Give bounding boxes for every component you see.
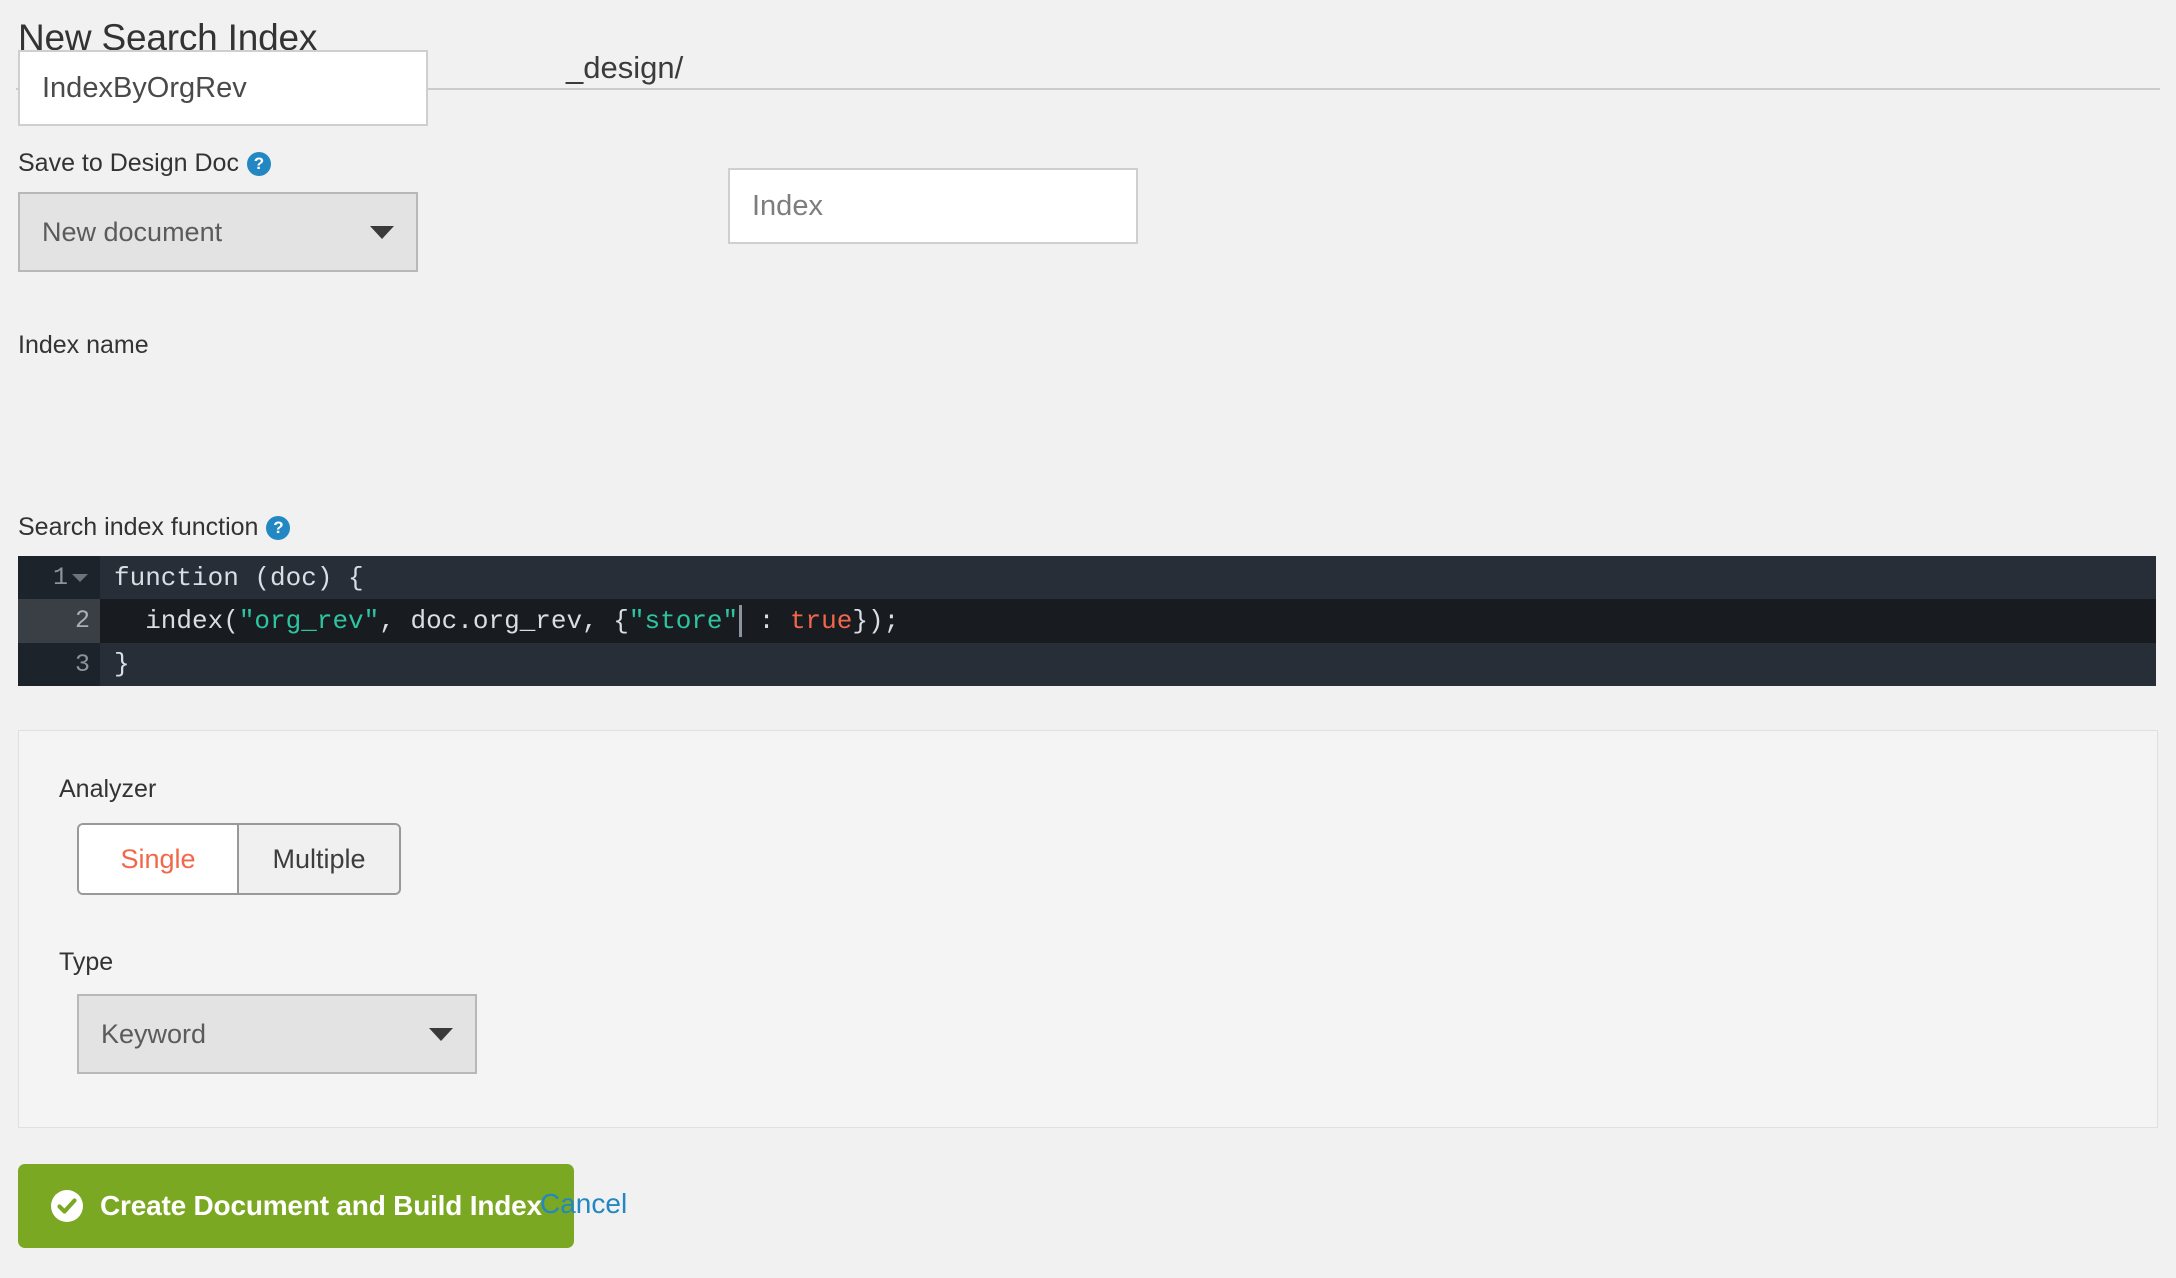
design-doc-name-input[interactable] [728, 168, 1138, 244]
type-label: Type [59, 948, 114, 976]
create-document-and-build-index-button[interactable]: Create Document and Build Index [18, 1164, 574, 1248]
design-doc-select-value: New document [42, 216, 223, 247]
index-options-panel: Analyzer Single Multiple Type Keyword [18, 730, 2158, 1128]
index-name-label: Index name [18, 331, 149, 359]
create-document-button-label: Create Document and Build Index [100, 1190, 542, 1221]
line-number: 2 [74, 606, 90, 636]
design-doc-prefix: _design/ [566, 50, 684, 85]
code-gutter: 1 [18, 556, 100, 600]
line-number: 1 [52, 563, 68, 593]
code-token: : [743, 605, 790, 636]
code-line-text: function (doc) { [100, 556, 2156, 599]
type-select[interactable]: Keyword [77, 994, 477, 1074]
check-circle-icon [50, 1189, 84, 1223]
design-doc-label: Save to Design Doc? [18, 148, 271, 178]
chevron-down-icon [370, 225, 394, 239]
analyzer-toggle-single[interactable]: Single [79, 825, 239, 893]
code-token: }); [852, 605, 900, 636]
code-line-text: } [100, 643, 2156, 686]
question-mark-circle-icon[interactable]: ? [246, 151, 271, 176]
code-token: index( [114, 605, 239, 636]
code-line[interactable]: 1 function (doc) { [18, 556, 2156, 600]
code-line[interactable]: 3} [18, 642, 2156, 686]
search-function-label: Search index function? [18, 512, 291, 542]
code-token: function (doc) { [114, 562, 364, 593]
code-token: true [789, 605, 853, 636]
cancel-link[interactable]: Cancel [540, 1188, 627, 1220]
text-cursor [739, 604, 743, 637]
chevron-down-icon [429, 1027, 453, 1041]
code-fold-arrow-icon[interactable] [72, 573, 88, 582]
design-doc-label-text: Save to Design Doc [18, 149, 239, 177]
index-name-input[interactable] [18, 50, 428, 126]
code-gutter: 2 [18, 599, 100, 643]
line-number: 3 [74, 649, 90, 679]
type-select-value: Keyword [101, 1018, 207, 1049]
analyzer-toggle-multiple[interactable]: Multiple [239, 825, 399, 893]
question-mark-circle-icon[interactable]: ? [266, 515, 291, 540]
code-gutter: 3 [18, 642, 100, 686]
analyzer-label: Analyzer [59, 775, 157, 803]
design-doc-select[interactable]: New document [18, 192, 418, 272]
code-token: "org_rev" [238, 605, 380, 636]
code-token: } [114, 649, 130, 680]
code-token: , doc.org_rev, { [379, 605, 629, 636]
code-line[interactable]: 2 index("org_rev", doc.org_rev, {"store"… [18, 599, 2156, 643]
search-function-code-editor[interactable]: 1 function (doc) { 2 index("org_rev", doc.… [18, 556, 2156, 686]
code-token: "store" [628, 605, 739, 636]
analyzer-toggle-group[interactable]: Single Multiple [77, 823, 401, 895]
code-line-text: index("org_rev", doc.org_rev, {"store" :… [100, 599, 2156, 642]
new-search-index-page: New Search Index Save to Design Doc? New… [0, 0, 2176, 1278]
footer-actions: Create Document and Build Index Cancel [0, 1164, 2176, 1264]
search-function-label-text: Search index function [18, 513, 259, 541]
